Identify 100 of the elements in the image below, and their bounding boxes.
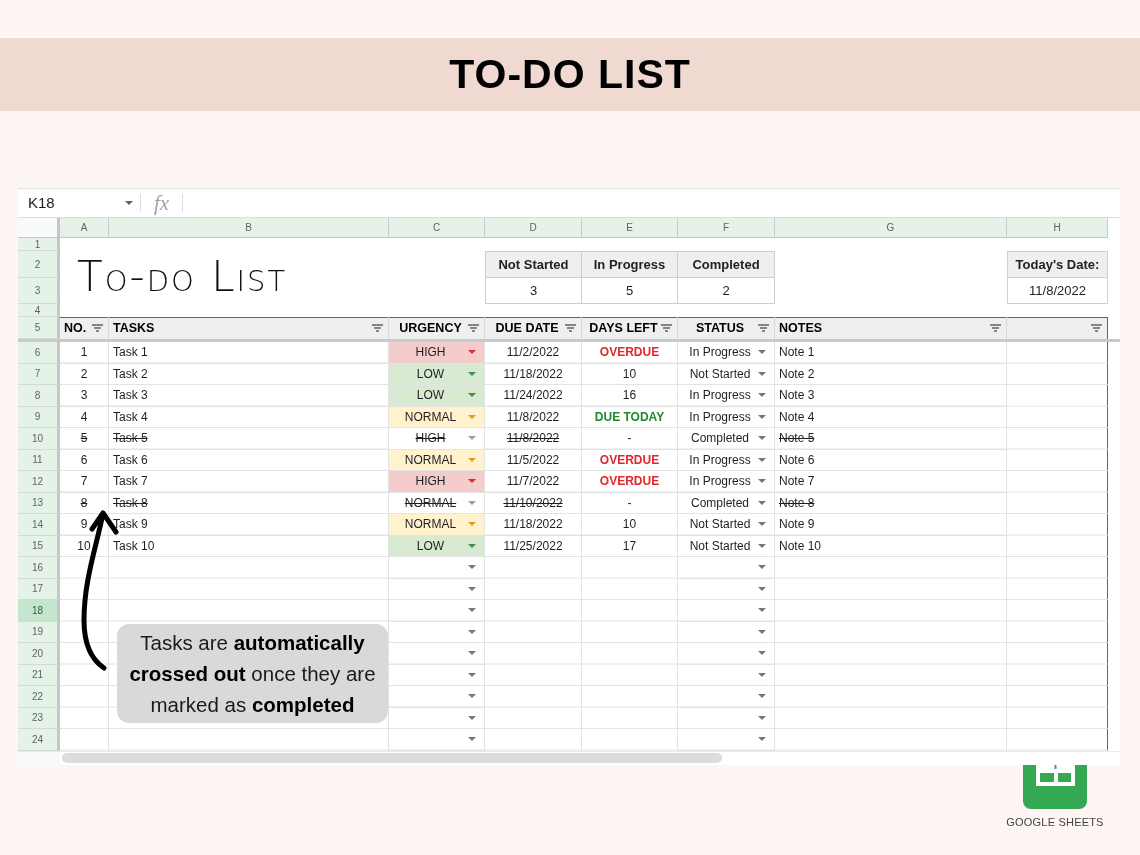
filter-icon[interactable] [990, 324, 1001, 332]
caret-icon [758, 371, 766, 376]
table-cell: 11/7/2022 [485, 471, 582, 493]
table-cell: Task 9 [109, 514, 389, 536]
filter-icon[interactable] [92, 324, 103, 332]
row-header: 8 [18, 385, 60, 407]
caret-icon [758, 457, 766, 462]
caret-icon [468, 629, 476, 634]
status-dropdown[interactable]: In Progress [678, 406, 775, 428]
filter-icon[interactable] [372, 324, 383, 332]
status-dropdown[interactable]: In Progress [678, 342, 775, 364]
table-cell: 11/18/2022 [485, 514, 582, 536]
table-cell: 11/8/2022 [485, 406, 582, 428]
table-cell: OVERDUE [582, 449, 678, 471]
status-dropdown[interactable]: Completed [678, 428, 775, 450]
row-header: 11 [18, 449, 60, 471]
caret-icon [468, 672, 476, 677]
status-dropdown[interactable]: Not Started [678, 535, 775, 557]
row-header: 15 [18, 535, 60, 557]
table-cell: Task 7 [109, 471, 389, 493]
filter-icon[interactable] [1091, 324, 1102, 332]
filter-icon[interactable] [661, 324, 672, 332]
status-dropdown[interactable]: Not Started [678, 514, 775, 536]
urgency-dropdown[interactable]: NORMAL [389, 514, 485, 536]
urgency-dropdown[interactable]: LOW [389, 385, 485, 407]
table-cell: Task 1 [109, 342, 389, 364]
caret-icon [468, 737, 476, 742]
table-cell: 6 [60, 449, 109, 471]
column-label: NOTES [779, 319, 823, 337]
caret-icon [758, 522, 766, 527]
column-header: F [678, 218, 775, 238]
callout-text: Tasks are automatically crossed out once they are marked as completed [117, 624, 388, 723]
column-header: B [109, 218, 389, 238]
filter-icon[interactable] [468, 324, 479, 332]
column-label: DUE DATE [494, 319, 560, 337]
row-header: 21 [18, 664, 60, 686]
caret-icon [758, 608, 766, 613]
table-cell: Task 6 [109, 449, 389, 471]
table-cell: Task 4 [109, 406, 389, 428]
urgency-dropdown[interactable]: LOW [389, 363, 485, 385]
caret-icon [758, 393, 766, 398]
table-cell: 7 [60, 471, 109, 493]
urgency-dropdown[interactable]: NORMAL [389, 406, 485, 428]
table-cell: 9 [60, 514, 109, 536]
table-cell: OVERDUE [582, 342, 678, 364]
summary-label-cell: In Progress [582, 251, 678, 278]
filter-icon[interactable] [565, 324, 576, 332]
column-header: H [1007, 218, 1108, 238]
caret-icon [758, 479, 766, 484]
caret-icon [758, 629, 766, 634]
table-cell: Note 6 [775, 449, 1007, 471]
status-dropdown[interactable]: Not Started [678, 363, 775, 385]
summary-label-cell: Not Started [485, 251, 582, 278]
table-cell: Note 3 [775, 385, 1007, 407]
urgency-dropdown[interactable]: LOW [389, 535, 485, 557]
caret-icon [468, 586, 476, 591]
row-header: 4 [18, 304, 60, 317]
column-label: TASKS [113, 319, 155, 337]
caret-icon [468, 393, 476, 398]
summary-value-cell: 11/8/2022 [1007, 278, 1108, 304]
row-header: 12 [18, 471, 60, 493]
table-cell: 11/18/2022 [485, 363, 582, 385]
row-header: 5 [18, 317, 60, 339]
caret-icon [758, 672, 766, 677]
column-header: C [389, 218, 485, 238]
caret-icon [468, 715, 476, 720]
status-dropdown[interactable]: Completed [678, 492, 775, 514]
table-cell: 11/8/2022 [485, 428, 582, 450]
status-dropdown[interactable]: In Progress [678, 471, 775, 493]
table-cell: 10 [582, 514, 678, 536]
name-box[interactable]: K18 [18, 189, 140, 217]
table-cell: Note 2 [775, 363, 1007, 385]
table-cell: Note 4 [775, 406, 1007, 428]
urgency-dropdown[interactable]: NORMAL [389, 449, 485, 471]
table-cell: Note 10 [775, 535, 1007, 557]
select-all-corner[interactable] [18, 218, 60, 238]
caret-icon [468, 651, 476, 656]
row-header: 1 [18, 238, 60, 251]
table-cell: OVERDUE [582, 471, 678, 493]
table-cell: Note 7 [775, 471, 1007, 493]
table-cell: Task 2 [109, 363, 389, 385]
table-cell: Task 8 [109, 492, 389, 514]
urgency-dropdown[interactable]: HIGH [389, 342, 485, 364]
column-label: NO. [64, 319, 87, 337]
status-dropdown[interactable]: In Progress [678, 385, 775, 407]
caret-icon [758, 586, 766, 591]
caret-icon [468, 457, 476, 462]
row-header: 18 [18, 600, 60, 622]
status-dropdown[interactable]: In Progress [678, 449, 775, 471]
table-cell: 10 [60, 535, 109, 557]
filter-icon[interactable] [758, 324, 769, 332]
row-header: 14 [18, 514, 60, 536]
table-cell: 1 [60, 342, 109, 364]
table-cell: 16 [582, 385, 678, 407]
row-header: 7 [18, 363, 60, 385]
caret-icon [758, 543, 766, 548]
row-header: 17 [18, 578, 60, 600]
scrollbar-thumb[interactable] [62, 753, 722, 763]
urgency-dropdown[interactable]: HIGH [389, 471, 485, 493]
column-label: DAYS LEFT [588, 319, 659, 337]
